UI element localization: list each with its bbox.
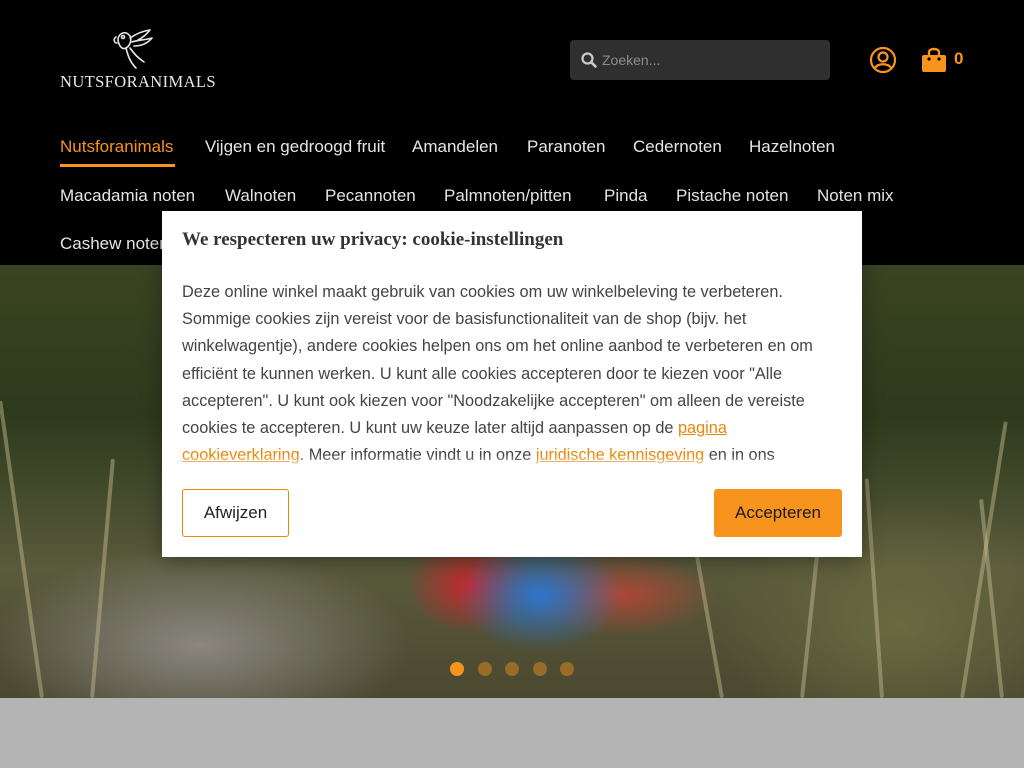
- nav-active-underline: [60, 164, 175, 167]
- parrot-logo-icon: [113, 29, 153, 69]
- cart-button[interactable]: [920, 45, 948, 73]
- decline-button[interactable]: Afwijzen: [182, 489, 289, 537]
- slider-dot-2[interactable]: [478, 662, 492, 676]
- slider-dot-3[interactable]: [505, 662, 519, 676]
- grass-decoration: [979, 498, 1004, 698]
- nav-item-vijgen[interactable]: Vijgen en gedroogd fruit: [205, 137, 385, 157]
- slider-dot-4[interactable]: [533, 662, 547, 676]
- nav-item-amandelen[interactable]: Amandelen: [412, 137, 498, 157]
- accept-button[interactable]: Accepteren: [714, 489, 842, 537]
- nav-item-pistache[interactable]: Pistache noten: [676, 186, 788, 206]
- cookie-consent-modal: We respecteren uw privacy: cookie-instel…: [162, 211, 862, 557]
- grass-decoration: [90, 458, 115, 698]
- cookie-modal-title: We respecteren uw privacy: cookie-instel…: [182, 229, 564, 250]
- grass-decoration: [960, 421, 1008, 698]
- nav-item-noten-mix[interactable]: Noten mix: [817, 186, 894, 206]
- nav-item-macadamia[interactable]: Macadamia noten: [60, 186, 195, 206]
- slider-dot-5[interactable]: [560, 662, 574, 676]
- account-button[interactable]: [869, 46, 897, 74]
- shopping-bag-icon: [922, 47, 946, 72]
- search-input[interactable]: [602, 40, 822, 80]
- nav-item-pecannoten[interactable]: Pecannoten: [325, 186, 416, 206]
- grass-decoration: [0, 400, 44, 698]
- search-icon[interactable]: [581, 52, 597, 68]
- nav-item-cedernoten[interactable]: Cedernoten: [633, 137, 722, 157]
- page-content-area: [0, 698, 1024, 768]
- text-fade-overlay: [162, 455, 862, 473]
- nav-item-walnoten[interactable]: Walnoten: [225, 186, 296, 206]
- nav-item-cashew[interactable]: Cashew noten: [60, 234, 169, 254]
- cookie-text-part-1: Deze online winkel maakt gebruik van coo…: [182, 283, 813, 438]
- user-circle-icon: [869, 46, 897, 74]
- cart-count: 0: [954, 49, 964, 68]
- nav-item-palmnoten[interactable]: Palmnoten/pitten: [444, 186, 572, 206]
- grass-decoration: [864, 478, 884, 698]
- site-logo[interactable]: NUTSFORANIMALS: [60, 28, 216, 92]
- search-box: [570, 40, 830, 80]
- cookie-modal-text: Deze online winkel maakt gebruik van coo…: [182, 279, 822, 469]
- nav-item-pinda[interactable]: Pinda: [604, 186, 647, 206]
- slider-dot-1[interactable]: [450, 662, 464, 676]
- logo-text: NUTSFORANIMALS: [60, 72, 216, 91]
- nav-item-hazelnoten[interactable]: Hazelnoten: [749, 137, 835, 157]
- nav-item-paranoten[interactable]: Paranoten: [527, 137, 605, 157]
- nav-item-nutsforanimals[interactable]: Nutsforanimals: [60, 137, 173, 157]
